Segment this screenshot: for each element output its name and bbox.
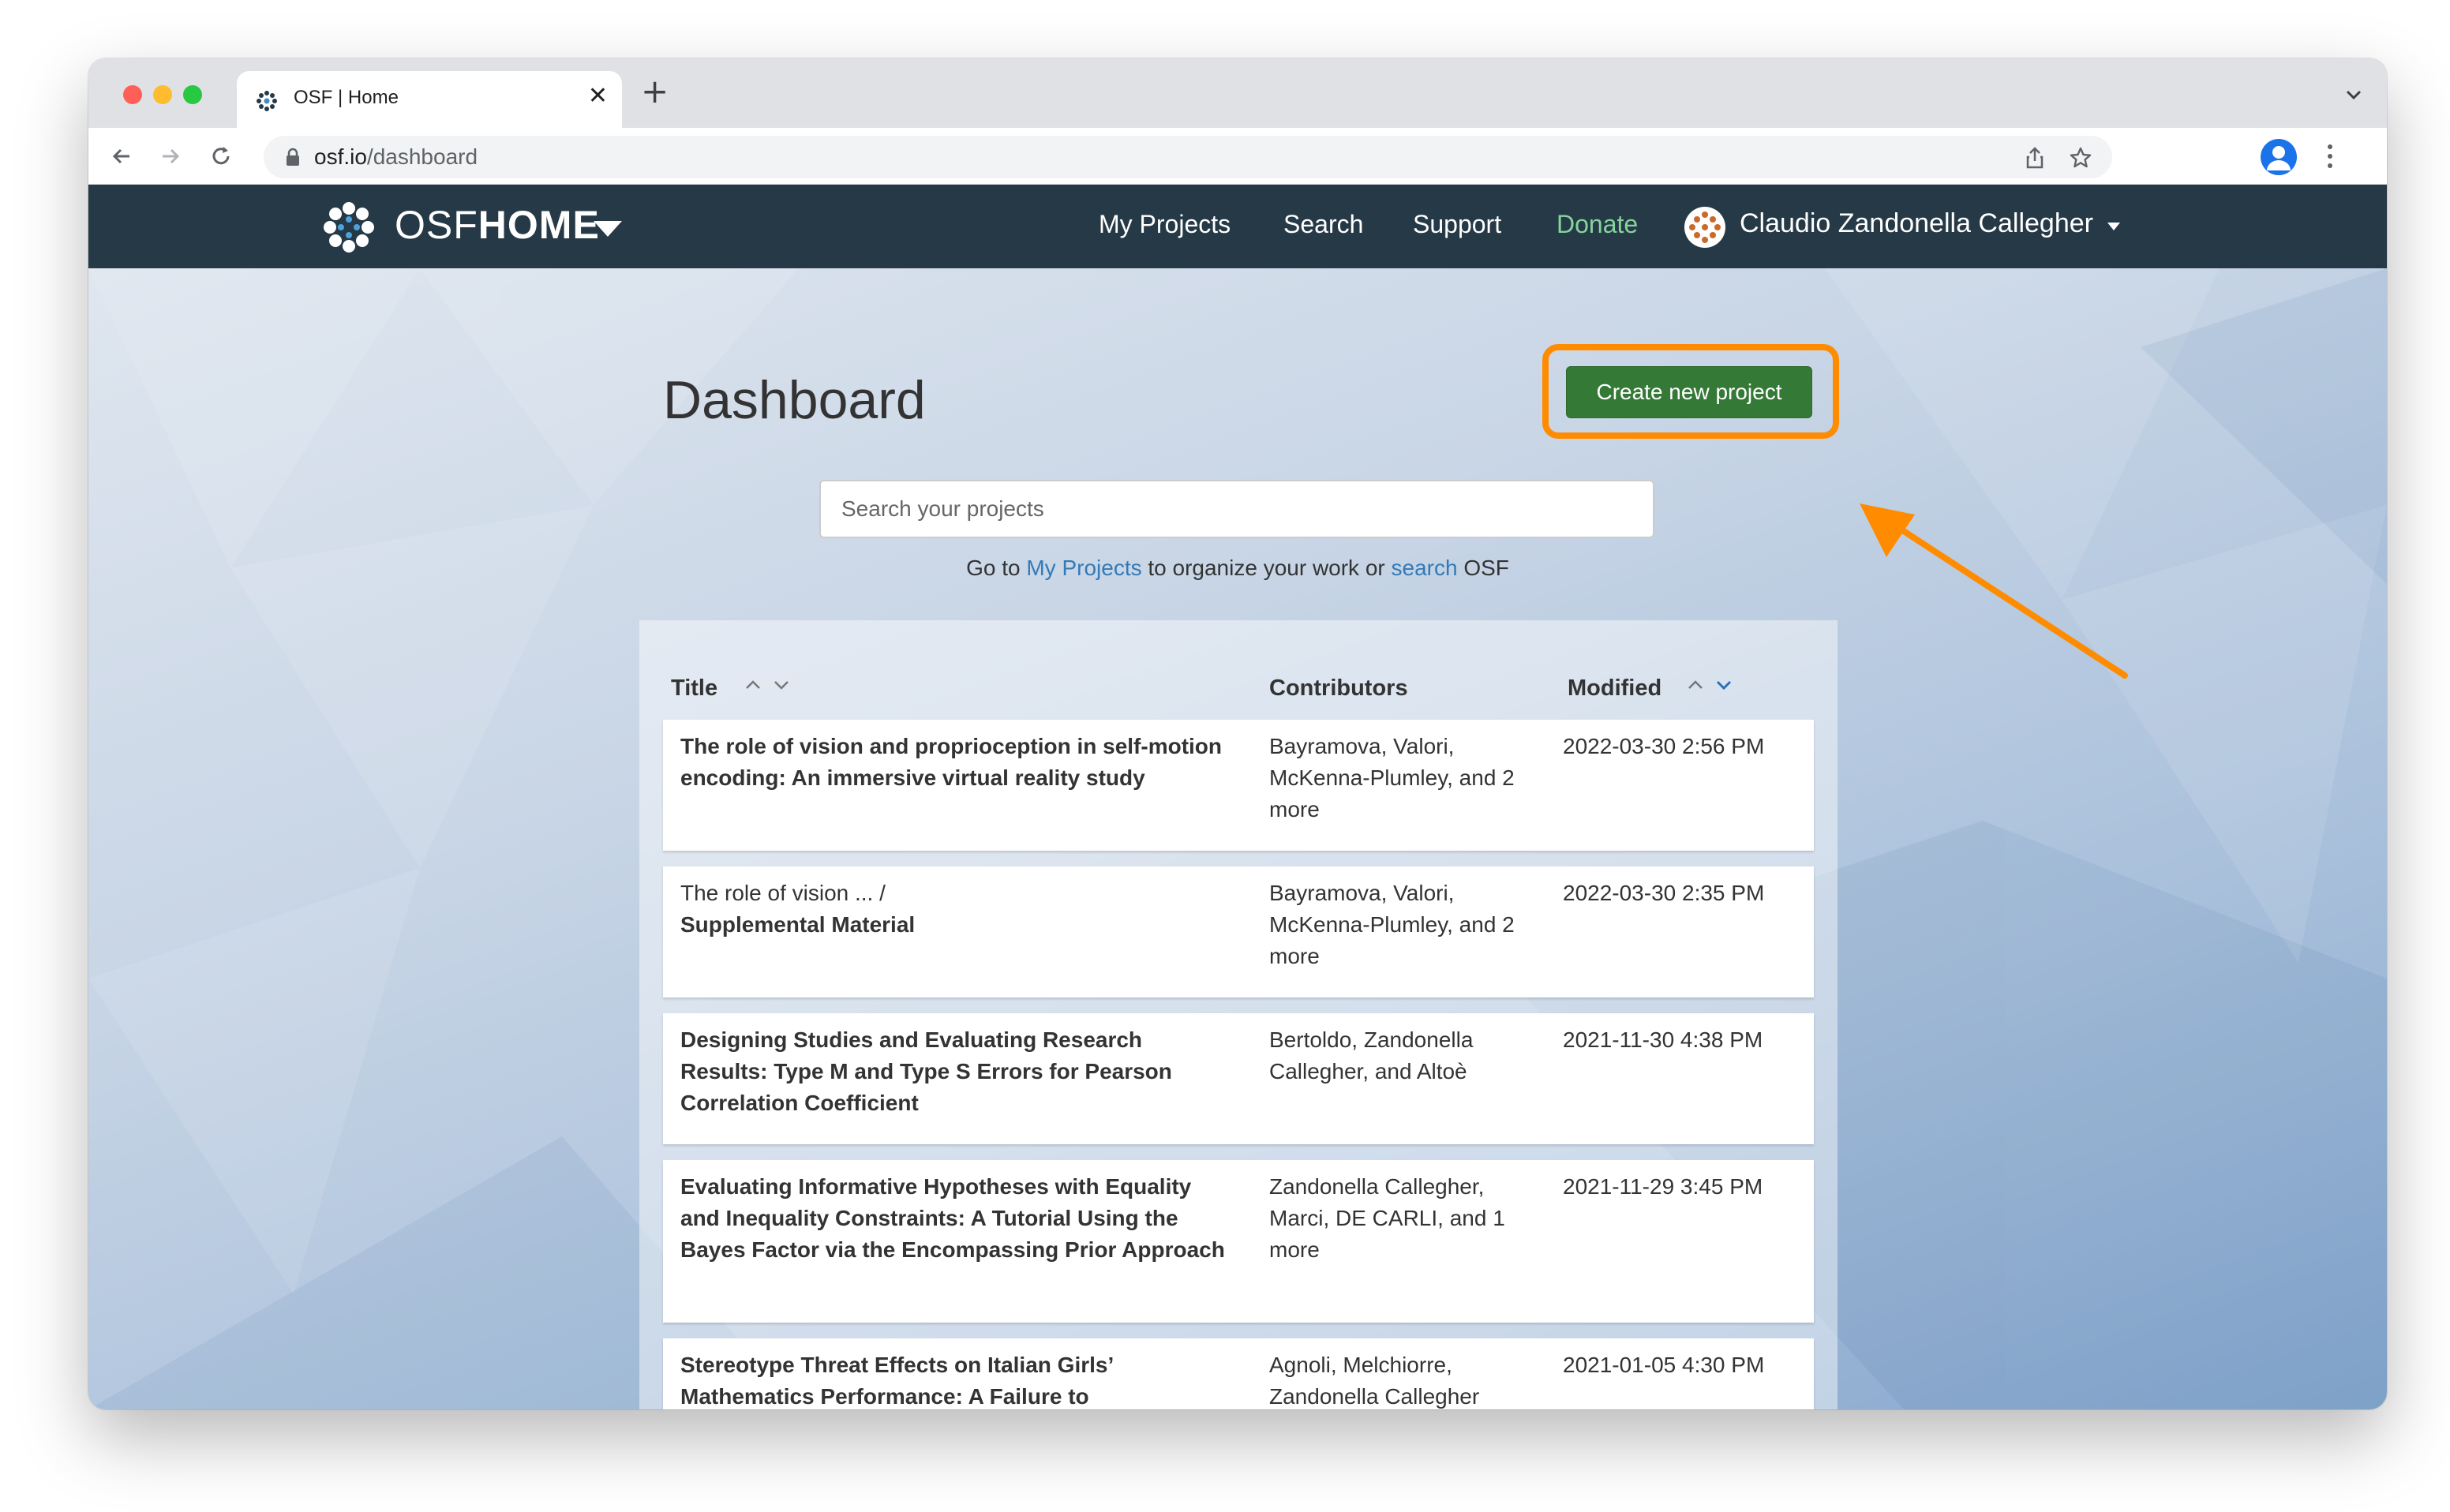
user-avatar[interactable] bbox=[1684, 207, 1725, 248]
column-header-contributors: Contributors bbox=[1269, 676, 1408, 701]
caret-down-icon[interactable] bbox=[2107, 223, 2120, 230]
project-title[interactable]: Designing Studies and Evaluating Researc… bbox=[680, 1024, 1233, 1119]
project-contributors: Zandonella Callegher, Marci, DE CARLI, a… bbox=[1269, 1174, 1505, 1262]
project-contributors: Bertoldo, Zandonella Callegher, and Alto… bbox=[1269, 1027, 1474, 1083]
project-modified: 2021-11-30 4:38 PM bbox=[1563, 1027, 1763, 1052]
reload-icon[interactable] bbox=[208, 144, 234, 169]
osf-logo-icon[interactable] bbox=[320, 199, 377, 256]
project-title[interactable]: Evaluating Informative Hypotheses with E… bbox=[680, 1171, 1233, 1266]
close-window-button[interactable] bbox=[123, 85, 142, 104]
address-bar[interactable]: osf.io/dashboard bbox=[264, 136, 2112, 178]
table-row[interactable]: Designing Studies and Evaluating Researc… bbox=[663, 1013, 1814, 1144]
sort-descending-icon[interactable] bbox=[772, 677, 791, 693]
project-contributors: Bayramova, Valori, McKenna-Plumley, and … bbox=[1269, 881, 1515, 968]
sort-descending-icon[interactable] bbox=[1714, 677, 1733, 693]
projects-table: Title Contributors Modified The role of … bbox=[639, 620, 1838, 1409]
search-projects-input[interactable] bbox=[819, 480, 1654, 538]
close-tab-icon[interactable]: ✕ bbox=[588, 84, 608, 109]
project-title[interactable]: The role of vision and proprioception in… bbox=[680, 731, 1233, 794]
new-tab-icon[interactable]: + bbox=[641, 75, 669, 108]
table-row[interactable]: Evaluating Informative Hypotheses with E… bbox=[663, 1160, 1814, 1323]
column-header-modified[interactable]: Modified bbox=[1568, 676, 1661, 702]
zoom-window-button[interactable] bbox=[183, 85, 202, 104]
table-row[interactable]: The role of vision and proprioception in… bbox=[663, 720, 1814, 851]
sort-ascending-icon[interactable] bbox=[744, 677, 762, 693]
nav-donate[interactable]: Donate bbox=[1557, 210, 1638, 239]
minimize-window-button[interactable] bbox=[153, 85, 172, 104]
bookmark-star-icon[interactable] bbox=[2068, 145, 2093, 170]
osf-favicon-icon bbox=[257, 91, 277, 111]
dashboard-page: Dashboard Create new project Go to My Pr… bbox=[88, 268, 2387, 1409]
my-projects-link[interactable]: My Projects bbox=[1026, 556, 1141, 580]
more-menu-icon[interactable] bbox=[2325, 142, 2335, 170]
forward-arrow-icon[interactable] bbox=[158, 144, 183, 169]
back-arrow-icon[interactable] bbox=[109, 144, 134, 169]
table-row[interactable]: Stereotype Threat Effects on Italian Gir… bbox=[663, 1338, 1814, 1409]
parent-project[interactable]: The role of vision ... / bbox=[680, 878, 1233, 909]
project-contributors: Agnoli, Melchiorre, Zandonella Callegher bbox=[1269, 1353, 1480, 1409]
user-name[interactable]: Claudio Zandonella Callegher bbox=[1740, 208, 2093, 239]
create-project-button[interactable]: Create new project bbox=[1566, 366, 1812, 418]
nav-support[interactable]: Support bbox=[1413, 210, 1501, 239]
table-row[interactable]: The role of vision ... / Supplemental Ma… bbox=[663, 866, 1814, 997]
browser-tab[interactable]: OSF | Home ✕ bbox=[237, 71, 622, 128]
project-modified: 2022-03-30 2:56 PM bbox=[1563, 734, 1765, 758]
project-modified: 2022-03-30 2:35 PM bbox=[1563, 881, 1765, 905]
helper-text: Go to My Projects to organize your work … bbox=[966, 556, 1509, 580]
column-header-title[interactable]: Title bbox=[671, 676, 717, 702]
chevron-down-icon[interactable] bbox=[2343, 84, 2365, 106]
lock-icon bbox=[287, 148, 299, 166]
tab-strip: OSF | Home ✕ + bbox=[88, 58, 2387, 128]
nav-search[interactable]: Search bbox=[1283, 210, 1363, 239]
osf-navbar: OSFHOME My Projects Search Support Donat… bbox=[88, 185, 2387, 268]
project-title[interactable]: The role of vision ... / Supplemental Ma… bbox=[680, 878, 1233, 941]
project-contributors: Bayramova, Valori, McKenna-Plumley, and … bbox=[1269, 734, 1515, 821]
browser-toolbar: osf.io/dashboard bbox=[88, 128, 2387, 185]
tab-title: OSF | Home bbox=[294, 87, 399, 108]
url-text: osf.io/dashboard bbox=[314, 144, 478, 169]
sort-ascending-icon[interactable] bbox=[1686, 677, 1705, 693]
component-title[interactable]: Supplemental Material bbox=[680, 912, 915, 937]
nav-my-projects[interactable]: My Projects bbox=[1099, 210, 1231, 239]
osf-brand[interactable]: OSFHOME bbox=[395, 202, 600, 248]
profile-avatar-icon[interactable] bbox=[2261, 139, 2297, 175]
browser-window: OSF | Home ✕ + osf.io/dashboard OSFHOME … bbox=[88, 58, 2387, 1409]
project-title[interactable]: Stereotype Threat Effects on Italian Gir… bbox=[680, 1349, 1233, 1409]
page-title: Dashboard bbox=[663, 370, 926, 430]
project-modified: 2021-01-05 4:30 PM bbox=[1563, 1353, 1765, 1377]
share-icon[interactable] bbox=[2022, 145, 2047, 170]
annotation-arrow-icon bbox=[1860, 503, 2128, 679]
caret-down-icon[interactable] bbox=[592, 218, 624, 238]
search-osf-link[interactable]: search bbox=[1392, 556, 1458, 580]
project-modified: 2021-11-29 3:45 PM bbox=[1563, 1174, 1763, 1199]
